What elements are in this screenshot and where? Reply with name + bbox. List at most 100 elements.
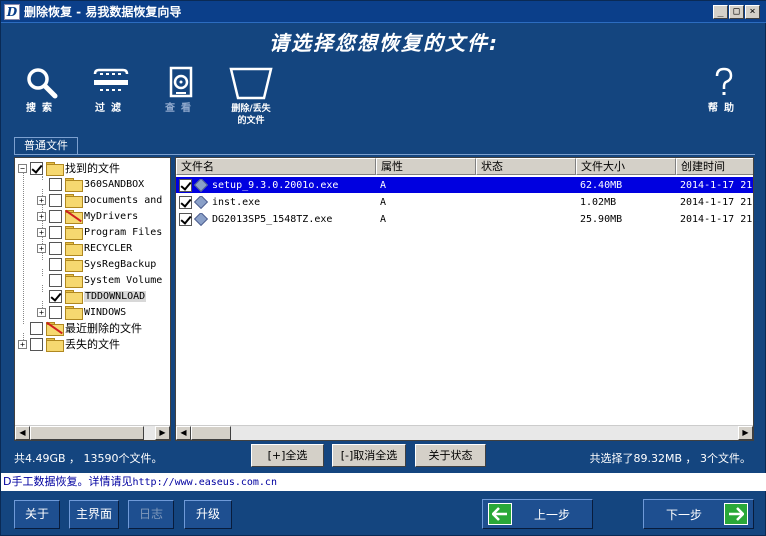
about-button[interactable]: 关于	[14, 500, 60, 529]
folder-icon	[65, 226, 83, 240]
column-header-created[interactable]: 创建时间	[676, 158, 753, 175]
column-header-attr[interactable]: 属性	[376, 158, 476, 175]
scroll-thumb[interactable]	[30, 426, 144, 440]
tree-node-child[interactable]: SysRegBackup	[37, 256, 156, 272]
file-checkbox[interactable]	[179, 178, 192, 192]
file-row[interactable]: inst.exe A 1.02MB 2014-1-17 21:	[176, 194, 753, 210]
tree-node-checkbox[interactable]	[49, 257, 62, 271]
search-button[interactable]: 搜索	[12, 63, 72, 115]
maximize-button[interactable]: □	[729, 5, 744, 19]
scroll-left-button[interactable]: ◀	[15, 426, 30, 440]
prev-step-label: 上一步	[533, 507, 570, 522]
main-menu-button[interactable]: 主界面	[69, 500, 119, 529]
tree-node-lost-files[interactable]: + 丢失的文件	[18, 336, 120, 352]
deselect-all-button[interactable]: [-]取消全选	[332, 444, 406, 467]
file-list[interactable]: 文件名 属性 状态 文件大小 创建时间 setup_9.3.0.2001o.ex…	[175, 157, 754, 441]
deleted-lost-files-button[interactable]: 删除/丢失 的文件	[221, 63, 281, 127]
scroll-thumb[interactable]	[191, 426, 231, 440]
info-strip: D手工数据恢复。详情请见http://www.easeus.com.cn	[1, 473, 766, 491]
tree-node-child[interactable]: System Volume	[37, 272, 162, 288]
tree-node-child[interactable]: + WINDOWS	[37, 304, 126, 320]
view-button[interactable]: 查看	[151, 63, 211, 115]
tree-node-recent-deleted[interactable]: 最近删除的文件	[18, 320, 142, 336]
tree-node-child[interactable]: + MyDrivers	[37, 208, 138, 224]
collapse-icon[interactable]: −	[18, 163, 27, 173]
tab-normal-files[interactable]: 普通文件	[14, 137, 78, 155]
selected-stats: 共选择了89.32MB ， 3个文件。	[589, 452, 751, 465]
tree-node-label: TDDOWNLOAD	[84, 290, 147, 302]
expand-icon[interactable]: +	[18, 339, 27, 349]
deleted-folder-icon	[46, 321, 64, 336]
tree-node-found-files[interactable]: − 找到的文件	[18, 160, 120, 176]
magnifier-icon	[12, 63, 72, 103]
tree-node-checkbox[interactable]	[49, 305, 62, 319]
expand-icon[interactable]: +	[37, 307, 46, 317]
file-row[interactable]: setup_9.3.0.2001o.exe A 62.40MB 2014-1-17 2…	[176, 177, 753, 193]
prev-step-button[interactable]: 上一步	[482, 499, 593, 529]
tree-node-child[interactable]: + Documents and	[37, 192, 162, 208]
file-created-cell: 2014-1-17 21:	[680, 213, 754, 225]
expand-icon[interactable]: +	[37, 211, 46, 221]
expand-icon[interactable]: +	[37, 243, 46, 253]
file-checkbox[interactable]	[179, 212, 192, 226]
tree-node-label: 最近删除的文件	[65, 322, 142, 335]
tree-node-label: WINDOWS	[84, 306, 127, 318]
log-button[interactable]: 日志	[128, 500, 174, 529]
scroll-left-button[interactable]: ◀	[176, 426, 191, 440]
column-header-name[interactable]: 文件名	[176, 158, 376, 175]
tree-node-child[interactable]: TDDOWNLOAD	[37, 288, 147, 304]
file-name: inst.exe	[212, 196, 261, 208]
filter-button[interactable]: 过滤	[81, 63, 141, 115]
tree-node-label: 360SANDBOX	[84, 178, 145, 190]
scroll-right-button[interactable]: ▶	[738, 426, 753, 440]
checkbox-recent-deleted[interactable]	[30, 321, 43, 335]
file-attr-cell: A	[380, 213, 387, 225]
file-checkbox[interactable]	[179, 195, 192, 209]
close-button[interactable]: ×	[745, 5, 760, 19]
about-status-button[interactable]: 关于状态	[415, 444, 486, 467]
view-label: 查看	[165, 103, 197, 114]
scroll-right-button[interactable]: ▶	[155, 426, 170, 440]
tree-node-child[interactable]: + RECYCLER	[37, 240, 132, 256]
next-step-label: 下一步	[665, 507, 702, 522]
tree-node-label: Documents and	[84, 194, 163, 206]
tree-node-checkbox[interactable]	[49, 193, 62, 207]
tree-node-checkbox[interactable]	[49, 273, 62, 287]
tree-node-checkbox[interactable]	[49, 177, 62, 191]
checkbox-found-files[interactable]	[30, 161, 43, 175]
tree-horizontal-scrollbar[interactable]: ◀ ▶	[15, 425, 170, 440]
website-link[interactable]: http://www.easeus.com.cn	[132, 477, 277, 488]
expand-icon[interactable]: +	[37, 195, 46, 205]
tree-node-checkbox[interactable]	[49, 289, 62, 303]
select-all-button[interactable]: [+]全选	[251, 444, 324, 467]
tree-node-child[interactable]: 360SANDBOX	[37, 176, 144, 192]
tree-node-checkbox[interactable]	[49, 225, 62, 239]
column-header-size[interactable]: 文件大小	[576, 158, 676, 175]
tree-node-label: 找到的文件	[65, 162, 120, 175]
arrow-right-icon	[724, 503, 748, 525]
column-header-status[interactable]: 状态	[476, 158, 576, 175]
file-size-cell: 25.90MB	[580, 213, 623, 225]
expand-icon[interactable]: +	[37, 227, 46, 237]
tree-node-label: Program Files	[84, 226, 163, 238]
file-name-cell: setup_9.3.0.2001o.exe	[176, 178, 376, 192]
next-step-button[interactable]: 下一步	[643, 499, 754, 529]
list-horizontal-scrollbar[interactable]: ◀ ▶	[176, 425, 753, 440]
help-button[interactable]: 帮助	[694, 63, 754, 115]
expander-spacer	[37, 179, 46, 189]
tree-node-child[interactable]: + Program Files	[37, 224, 162, 240]
checkbox-lost-files[interactable]	[30, 337, 43, 351]
question-icon	[694, 63, 754, 103]
tree-node-checkbox[interactable]	[49, 241, 62, 255]
folder-icon	[65, 194, 83, 208]
tree-node-checkbox[interactable]	[49, 209, 62, 223]
folder-tree[interactable]: − 找到的文件 360SANDBOX + Documents and + MyDrive…	[14, 157, 171, 441]
file-row[interactable]: DG2013SP5_1548TZ.exe A 25.90MB 2014-1-17 21…	[176, 211, 754, 227]
minimize-button[interactable]: _	[713, 5, 728, 19]
tree-node-label: SysRegBackup	[84, 258, 157, 270]
upgrade-button[interactable]: 升级	[184, 500, 232, 529]
file-name-cell: DG2013SP5_1548TZ.exe	[176, 212, 376, 226]
file-name: DG2013SP5_1548TZ.exe	[212, 213, 333, 225]
tab-divider	[14, 154, 755, 155]
file-type-icon	[193, 178, 209, 192]
